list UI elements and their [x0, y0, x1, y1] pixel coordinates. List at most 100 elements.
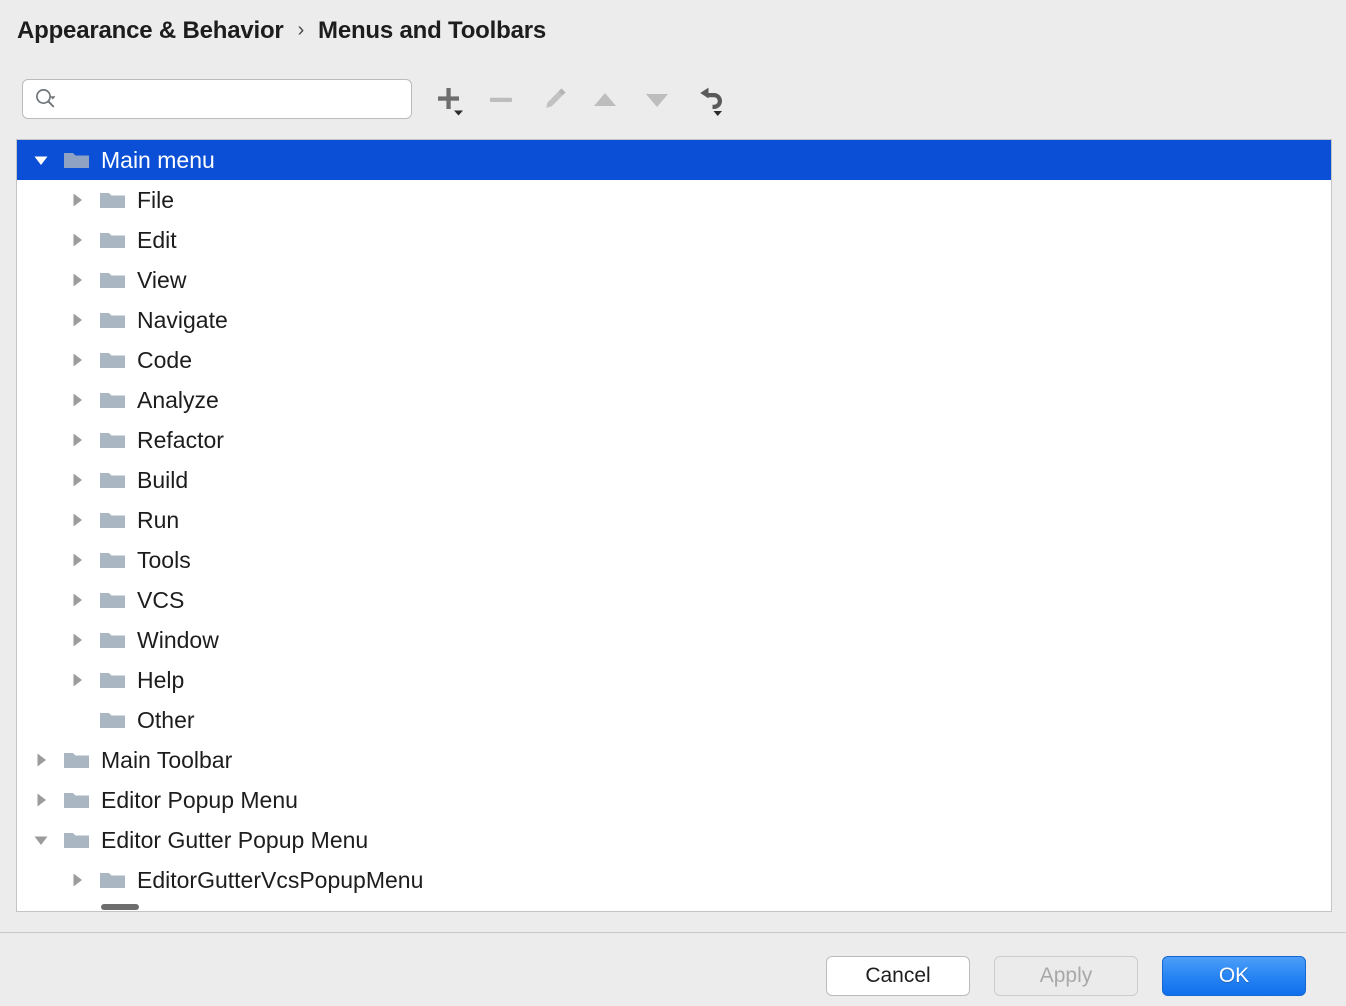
tree-row[interactable]: Navigate — [17, 300, 1331, 340]
tree-row[interactable]: Window — [17, 620, 1331, 660]
tree-row-label: Tools — [137, 546, 191, 573]
remove-button[interactable] — [478, 76, 524, 124]
tree-row-label: Other — [137, 706, 195, 733]
triangle-right-icon[interactable] — [29, 748, 53, 772]
menus-and-toolbars-tree-panel[interactable]: Main menu File Edit View Navigate Code Analyze… — [16, 139, 1332, 912]
ok-button[interactable]: OK — [1162, 956, 1306, 996]
tree-row-label: View — [137, 266, 187, 293]
restore-button[interactable] — [688, 76, 734, 124]
add-button[interactable] — [427, 76, 473, 124]
triangle-right-icon[interactable] — [65, 668, 89, 692]
folder-icon — [99, 388, 127, 412]
tree-row[interactable]: Help — [17, 660, 1331, 700]
triangle-right-icon[interactable] — [65, 388, 89, 412]
triangle-right-icon[interactable] — [65, 548, 89, 572]
folder-icon — [99, 348, 127, 372]
tree-row-label: EditorGutterVcsPopupMenu — [137, 866, 424, 893]
search-input[interactable] — [59, 80, 411, 118]
triangle-right-icon[interactable] — [65, 508, 89, 532]
tree-row[interactable]: Build — [17, 460, 1331, 500]
plus-icon — [438, 88, 463, 116]
folder-icon — [99, 308, 127, 332]
triangle-right-icon[interactable] — [65, 188, 89, 212]
folder-icon — [99, 268, 127, 292]
move-down-button[interactable] — [634, 76, 680, 124]
folder-icon — [99, 628, 127, 652]
tree-row-label: Code — [137, 346, 192, 373]
triangle-right-icon[interactable] — [65, 228, 89, 252]
search-field[interactable] — [22, 79, 412, 119]
folder-icon — [99, 708, 127, 732]
tree-row-label: Refactor — [137, 426, 224, 453]
folder-icon — [99, 548, 127, 572]
triangle-down-icon[interactable] — [29, 828, 53, 852]
triangle-right-icon[interactable] — [65, 268, 89, 292]
tree-row[interactable]: Editor Gutter Popup Menu — [17, 820, 1331, 860]
breadcrumb-separator-icon: › — [297, 18, 305, 41]
folder-icon — [63, 748, 91, 772]
minus-icon — [490, 97, 512, 102]
triangle-right-icon[interactable] — [65, 428, 89, 452]
tree-row-label: File — [137, 186, 175, 213]
triangle-down-icon[interactable] — [29, 148, 53, 172]
search-icon[interactable] — [33, 86, 59, 112]
triangle-right-icon[interactable] — [65, 868, 89, 892]
tree-row[interactable]: File — [17, 180, 1331, 220]
revert-arrow-icon — [700, 87, 722, 116]
tree-row-label: Build — [137, 466, 189, 493]
tree-row[interactable]: Refactor — [17, 420, 1331, 460]
tree-row[interactable]: Run — [17, 500, 1331, 540]
tree-row[interactable]: Editor Popup Menu — [17, 780, 1331, 820]
folder-icon — [99, 188, 127, 212]
tree-row[interactable]: Main menu — [17, 140, 1331, 180]
breadcrumb: Appearance & Behavior › Menus and Toolba… — [17, 14, 546, 48]
tree-row-label: Main Toolbar — [101, 746, 233, 773]
tree-row-label: Run — [137, 506, 180, 533]
breadcrumb-parent[interactable]: Appearance & Behavior — [17, 17, 284, 45]
triangle-right-icon[interactable] — [65, 348, 89, 372]
triangle-right-icon[interactable] — [65, 588, 89, 612]
folder-icon — [99, 228, 127, 252]
folder-icon — [99, 468, 127, 492]
horizontal-scrollbar-thumb[interactable] — [101, 904, 139, 910]
dialog-footer: Cancel Apply OK — [0, 933, 1346, 1006]
tree-row[interactable]: Analyze — [17, 380, 1331, 420]
apply-button[interactable]: Apply — [994, 956, 1138, 996]
tree-row-label: Window — [137, 626, 219, 653]
folder-icon — [63, 828, 91, 852]
tree-row-label: Navigate — [137, 306, 228, 333]
cancel-button[interactable]: Cancel — [826, 956, 970, 996]
triangle-right-icon[interactable] — [65, 308, 89, 332]
arrow-down-icon — [646, 94, 668, 107]
tree-row-label: Main menu — [101, 146, 215, 173]
move-up-button[interactable] — [582, 76, 628, 124]
tree-row[interactable]: Code — [17, 340, 1331, 380]
tree-row-label: VCS — [137, 586, 185, 613]
tree-row[interactable]: Other — [17, 700, 1331, 740]
tree-row[interactable]: EditorGutterVcsPopupMenu — [17, 860, 1331, 900]
tree-row[interactable]: Edit — [17, 220, 1331, 260]
edit-button[interactable] — [531, 76, 577, 124]
tree-row[interactable] — [17, 900, 1331, 911]
pencil-icon — [546, 88, 566, 108]
folder-icon — [99, 588, 127, 612]
folder-icon — [63, 148, 91, 172]
tree-row[interactable]: Tools — [17, 540, 1331, 580]
tree-scroll-area[interactable]: Main menu File Edit View Navigate Code Analyze… — [17, 140, 1331, 911]
tree-row-label: Editor Popup Menu — [101, 786, 298, 813]
tree-row-label: Help — [137, 666, 185, 693]
tree-row-label: Analyze — [137, 386, 219, 413]
toolbar-row — [0, 76, 1346, 126]
triangle-right-icon[interactable] — [65, 468, 89, 492]
arrow-up-icon — [594, 93, 616, 106]
tree-row-label: Editor Gutter Popup Menu — [101, 826, 369, 853]
folder-icon — [99, 668, 127, 692]
tree-row[interactable]: Main Toolbar — [17, 740, 1331, 780]
tree-row[interactable]: View — [17, 260, 1331, 300]
triangle-right-icon[interactable] — [65, 628, 89, 652]
folder-icon — [99, 868, 127, 892]
triangle-right-icon[interactable] — [29, 788, 53, 812]
tree-row[interactable]: VCS — [17, 580, 1331, 620]
